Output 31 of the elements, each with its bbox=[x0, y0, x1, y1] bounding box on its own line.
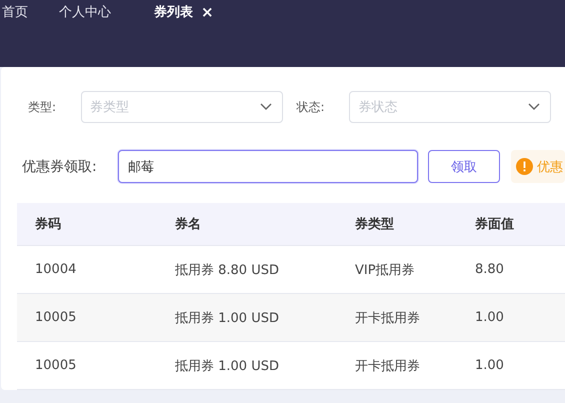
close-icon[interactable]: × bbox=[201, 4, 214, 20]
table-cell-text: 1.00 bbox=[475, 358, 505, 373]
table-cell-text: 抵用券 1.00 USD bbox=[175, 310, 280, 326]
table-cell-text: 抵用券 1.00 USD bbox=[175, 358, 280, 374]
table-cell-text: 8.80 bbox=[475, 262, 505, 277]
column-header: 券名 bbox=[175, 216, 202, 233]
chevron-down-icon bbox=[528, 103, 540, 111]
table-cell-text: 10004 bbox=[35, 262, 78, 277]
table-cell-text: 1.00 bbox=[475, 310, 505, 325]
chevron-down-icon bbox=[260, 103, 272, 111]
filter-label: 状态: bbox=[296, 98, 326, 116]
column-header: 券类型 bbox=[355, 216, 395, 233]
table-cell-text: 开卡抵用券 bbox=[355, 358, 421, 374]
nav-tab[interactable]: 首页 bbox=[2, 3, 28, 21]
claim-label: 优惠券领取: bbox=[22, 158, 98, 176]
table-cell-text: 开卡抵用券 bbox=[355, 310, 421, 326]
table-cell-text: 抵用券 8.80 USD bbox=[175, 262, 280, 278]
nav-tab[interactable]: 券列表 × bbox=[154, 3, 214, 21]
coupon-input[interactable]: 邮莓 bbox=[118, 150, 418, 183]
select-placeholder: 券状态 bbox=[358, 99, 398, 116]
select-placeholder: 券类型 bbox=[90, 99, 129, 116]
notice-text: 优惠 bbox=[537, 158, 563, 176]
claim-button[interactable]: 领取 bbox=[428, 150, 500, 183]
nav-tab[interactable]: 个人中心 bbox=[59, 3, 111, 21]
column-header: 券面值 bbox=[475, 216, 515, 233]
table-cell-text: 10005 bbox=[35, 358, 78, 373]
column-header: 券码 bbox=[35, 216, 62, 233]
warning-icon bbox=[516, 158, 533, 175]
table-cell-text: VIP抵用券 bbox=[355, 262, 416, 278]
table-cell-text: 10005 bbox=[35, 310, 78, 325]
filter-label: 类型: bbox=[28, 98, 58, 116]
